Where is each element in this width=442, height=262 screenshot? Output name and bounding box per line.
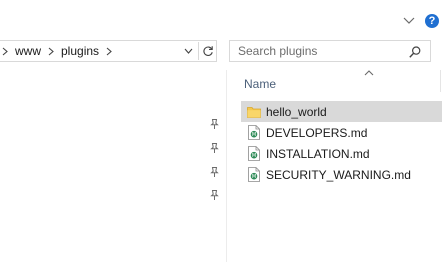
pin-icon[interactable] xyxy=(208,166,220,178)
svg-text:M: M xyxy=(252,132,256,138)
breadcrumb-plugins[interactable]: plugins xyxy=(57,41,103,61)
markdown-file-icon: M xyxy=(247,125,261,141)
pin-icon[interactable] xyxy=(208,189,220,201)
file-list: hello_world M DEVELOPERS.md M INSTALLATI… xyxy=(241,101,442,185)
address-bar[interactable]: www plugins xyxy=(0,40,217,62)
search-input[interactable] xyxy=(230,42,408,60)
svg-text:M: M xyxy=(252,153,256,159)
markdown-file-icon: M xyxy=(247,146,261,162)
navigation-pane xyxy=(0,64,226,262)
help-icon[interactable]: ? xyxy=(425,14,439,28)
chevron-right-icon[interactable] xyxy=(0,41,11,61)
folder-icon xyxy=(247,104,261,120)
list-item-security-warning[interactable]: M SECURITY_WARNING.md xyxy=(241,164,442,185)
svg-text:M: M xyxy=(252,174,256,180)
list-item-installation[interactable]: M INSTALLATION.md xyxy=(241,143,442,164)
column-name-label: Name xyxy=(244,77,277,91)
pin-icon[interactable] xyxy=(208,118,220,130)
address-dropdown-icon[interactable] xyxy=(182,44,194,58)
search-box[interactable] xyxy=(229,40,431,62)
refresh-icon[interactable] xyxy=(198,42,216,60)
ribbon-strip: ? xyxy=(0,0,442,38)
markdown-file-icon: M xyxy=(247,167,261,183)
list-item-hello-world[interactable]: hello_world xyxy=(241,101,442,122)
list-item-developers[interactable]: M DEVELOPERS.md xyxy=(241,122,442,143)
file-name: SECURITY_WARNING.md xyxy=(266,167,411,182)
file-name: INSTALLATION.md xyxy=(266,146,370,161)
chevron-down-icon[interactable] xyxy=(401,13,417,29)
column-divider[interactable] xyxy=(440,70,441,92)
file-name: hello_world xyxy=(266,104,327,119)
chevron-right-icon[interactable] xyxy=(103,41,115,61)
search-icon[interactable] xyxy=(408,45,422,59)
breadcrumb-www[interactable]: www xyxy=(11,41,45,61)
pane-divider[interactable] xyxy=(226,70,227,262)
chevron-right-icon[interactable] xyxy=(45,41,57,61)
pin-icon[interactable] xyxy=(208,142,220,154)
column-header-name[interactable]: Name xyxy=(237,71,442,95)
file-name: DEVELOPERS.md xyxy=(266,125,368,140)
